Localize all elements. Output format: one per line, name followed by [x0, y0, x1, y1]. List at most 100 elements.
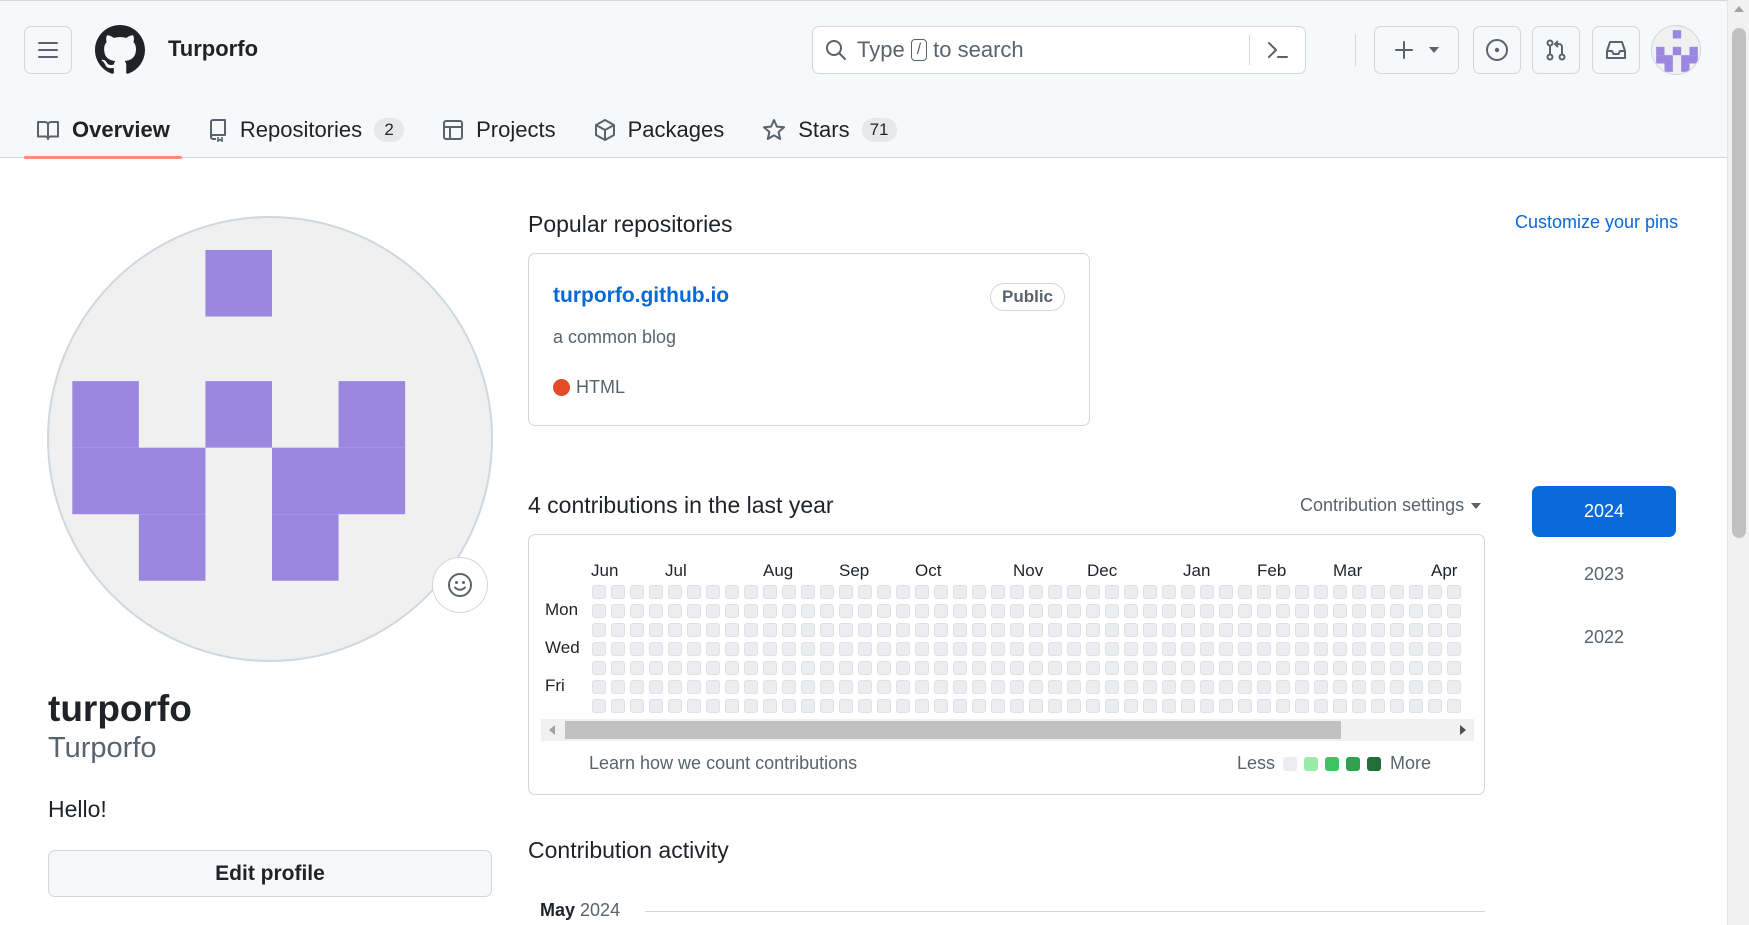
contribution-day-cell[interactable] — [1409, 680, 1423, 694]
contribution-day-cell[interactable] — [820, 680, 834, 694]
contribution-day-cell[interactable] — [1352, 642, 1366, 656]
contribution-day-cell[interactable] — [763, 604, 777, 618]
contribution-settings-dropdown[interactable]: Contribution settings — [1300, 495, 1482, 516]
contribution-day-cell[interactable] — [934, 699, 948, 713]
contribution-day-cell[interactable] — [1048, 604, 1062, 618]
contribution-day-cell[interactable] — [1181, 661, 1195, 675]
contribution-day-cell[interactable] — [1162, 680, 1176, 694]
contribution-day-cell[interactable] — [1181, 604, 1195, 618]
contribution-day-cell[interactable] — [820, 661, 834, 675]
contribution-day-cell[interactable] — [953, 604, 967, 618]
contribution-day-cell[interactable] — [953, 642, 967, 656]
contribution-day-cell[interactable] — [763, 661, 777, 675]
contribution-day-cell[interactable] — [1276, 623, 1290, 637]
contribution-day-cell[interactable] — [915, 680, 929, 694]
contribution-day-cell[interactable] — [991, 699, 1005, 713]
contribution-day-cell[interactable] — [1333, 623, 1347, 637]
contribution-day-cell[interactable] — [1428, 680, 1442, 694]
contribution-day-cell[interactable] — [858, 604, 872, 618]
contribution-day-cell[interactable] — [1314, 604, 1328, 618]
contribution-day-cell[interactable] — [1067, 680, 1081, 694]
contribution-day-cell[interactable] — [1143, 623, 1157, 637]
profile-avatar[interactable] — [47, 216, 493, 662]
contribution-day-cell[interactable] — [611, 661, 625, 675]
contribution-day-cell[interactable] — [687, 661, 701, 675]
inbox-button[interactable] — [1592, 26, 1640, 74]
contribution-day-cell[interactable] — [1105, 699, 1119, 713]
contribution-day-cell[interactable] — [991, 642, 1005, 656]
contribution-day-cell[interactable] — [1105, 585, 1119, 599]
contribution-day-cell[interactable] — [649, 661, 663, 675]
contribution-day-cell[interactable] — [744, 680, 758, 694]
contribution-day-cell[interactable] — [1124, 661, 1138, 675]
contribution-day-cell[interactable] — [1048, 585, 1062, 599]
contribution-day-cell[interactable] — [687, 699, 701, 713]
contribution-day-cell[interactable] — [1029, 623, 1043, 637]
contribution-day-cell[interactable] — [1219, 604, 1233, 618]
contribution-day-cell[interactable] — [915, 623, 929, 637]
contribution-day-cell[interactable] — [820, 623, 834, 637]
contribution-day-cell[interactable] — [839, 699, 853, 713]
contribution-day-cell[interactable] — [1314, 623, 1328, 637]
contribution-day-cell[interactable] — [1086, 604, 1100, 618]
contribution-day-cell[interactable] — [1238, 623, 1252, 637]
contribution-day-cell[interactable] — [744, 604, 758, 618]
contribution-day-cell[interactable] — [1200, 661, 1214, 675]
contribution-day-cell[interactable] — [649, 623, 663, 637]
contribution-day-cell[interactable] — [1181, 680, 1195, 694]
contribution-day-cell[interactable] — [1010, 604, 1024, 618]
contribution-day-cell[interactable] — [611, 604, 625, 618]
contribution-day-cell[interactable] — [1409, 623, 1423, 637]
contribution-day-cell[interactable] — [1371, 585, 1385, 599]
contribution-day-cell[interactable] — [687, 642, 701, 656]
contribution-day-cell[interactable] — [991, 661, 1005, 675]
tab-overview[interactable]: Overview — [24, 101, 182, 159]
contribution-day-cell[interactable] — [1143, 604, 1157, 618]
contribution-day-cell[interactable] — [953, 699, 967, 713]
contribution-day-cell[interactable] — [1333, 604, 1347, 618]
contribution-day-cell[interactable] — [1067, 623, 1081, 637]
command-palette-icon[interactable] — [1249, 35, 1305, 65]
contribution-day-cell[interactable] — [592, 604, 606, 618]
contribution-day-cell[interactable] — [706, 661, 720, 675]
contribution-day-cell[interactable] — [1238, 699, 1252, 713]
contribution-day-cell[interactable] — [668, 585, 682, 599]
graph-scrollbar-thumb[interactable] — [565, 721, 1341, 739]
contribution-day-cell[interactable] — [1238, 585, 1252, 599]
contribution-day-cell[interactable] — [953, 680, 967, 694]
contribution-day-cell[interactable] — [1295, 661, 1309, 675]
contribution-day-cell[interactable] — [763, 585, 777, 599]
contribution-day-cell[interactable] — [1314, 642, 1328, 656]
graph-horizontal-scrollbar[interactable] — [541, 719, 1474, 741]
contribution-day-cell[interactable] — [725, 680, 739, 694]
contribution-day-cell[interactable] — [1390, 623, 1404, 637]
contribution-day-cell[interactable] — [1200, 642, 1214, 656]
contribution-day-cell[interactable] — [1086, 585, 1100, 599]
contribution-day-cell[interactable] — [1048, 623, 1062, 637]
contribution-day-cell[interactable] — [953, 623, 967, 637]
customize-pins-link[interactable]: Customize your pins — [1515, 212, 1678, 233]
contribution-day-cell[interactable] — [1352, 585, 1366, 599]
contribution-day-cell[interactable] — [1219, 661, 1233, 675]
contribution-day-cell[interactable] — [1086, 623, 1100, 637]
contribution-day-cell[interactable] — [782, 604, 796, 618]
contribution-day-cell[interactable] — [1390, 604, 1404, 618]
contribution-day-cell[interactable] — [1105, 680, 1119, 694]
contribution-day-cell[interactable] — [1295, 585, 1309, 599]
contribution-day-cell[interactable] — [896, 585, 910, 599]
contribution-day-cell[interactable] — [1124, 699, 1138, 713]
contribution-day-cell[interactable] — [1143, 642, 1157, 656]
contribution-day-cell[interactable] — [1295, 680, 1309, 694]
contribution-day-cell[interactable] — [820, 699, 834, 713]
contribution-day-cell[interactable] — [1010, 661, 1024, 675]
search-input[interactable]: Type / to search — [812, 26, 1306, 74]
contribution-day-cell[interactable] — [1390, 642, 1404, 656]
contribution-day-cell[interactable] — [1143, 699, 1157, 713]
contribution-day-cell[interactable] — [649, 699, 663, 713]
contribution-day-cell[interactable] — [1010, 585, 1024, 599]
contribution-day-cell[interactable] — [839, 680, 853, 694]
contribution-day-cell[interactable] — [839, 642, 853, 656]
tab-stars[interactable]: Stars 71 — [750, 101, 908, 158]
contribution-day-cell[interactable] — [1067, 642, 1081, 656]
contribution-day-cell[interactable] — [1447, 604, 1461, 618]
